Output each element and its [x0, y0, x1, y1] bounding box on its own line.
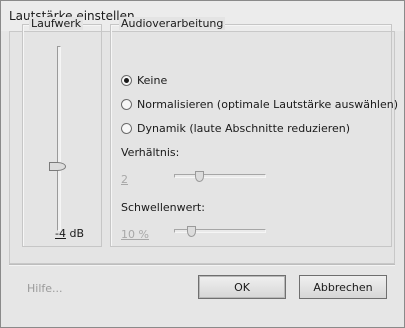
threshold-label: Schwellenwert:	[121, 201, 205, 214]
volume-value-number[interactable]: -4	[55, 227, 66, 240]
volume-slider-thumb[interactable]	[49, 162, 66, 171]
radio-option-dynamics[interactable]: Dynamik (laute Abschnitte reduzieren)	[121, 120, 350, 136]
audio-processing-group: Audioverarbeitung Keine Normalisieren (o…	[110, 17, 398, 247]
radio-button-none[interactable]	[121, 74, 132, 86]
volume-value: -4 dB	[55, 227, 84, 240]
radio-label-none: Keine	[137, 73, 168, 87]
ratio-slider-track	[174, 174, 266, 178]
threshold-slider-thumb	[187, 226, 196, 237]
cancel-button[interactable]: Abbrechen	[299, 275, 387, 299]
volume-dialog: Lautstärke einstellen Laufwerk -4 dB Aud…	[0, 0, 405, 328]
audio-processing-legend: Audioverarbeitung	[119, 17, 226, 30]
radio-button-normalize[interactable]	[121, 98, 132, 110]
volume-slider-track[interactable]	[57, 46, 61, 231]
ratio-label: Verhältnis:	[121, 146, 180, 159]
volume-value-unit: dB	[65, 227, 84, 240]
laufwerk-legend: Laufwerk	[29, 17, 84, 30]
threshold-value: 10 %	[121, 228, 149, 241]
radio-option-none[interactable]: Keine	[121, 72, 167, 88]
help-link[interactable]: Hilfe...	[27, 282, 63, 295]
radio-button-dynamics[interactable]	[121, 122, 132, 134]
ratio-slider-thumb	[195, 171, 204, 182]
radio-option-normalize[interactable]: Normalisieren (optimale Lautstärke auswä…	[121, 96, 398, 112]
radio-label-normalize: Normalisieren (optimale Lautstärke auswä…	[137, 97, 399, 111]
laufwerk-group: Laufwerk -4 dB	[22, 17, 102, 247]
ok-button[interactable]: OK	[198, 275, 286, 299]
ratio-value: 2	[121, 173, 128, 186]
radio-label-dynamics: Dynamik (laute Abschnitte reduzieren)	[137, 121, 351, 135]
footer-divider	[9, 264, 395, 266]
